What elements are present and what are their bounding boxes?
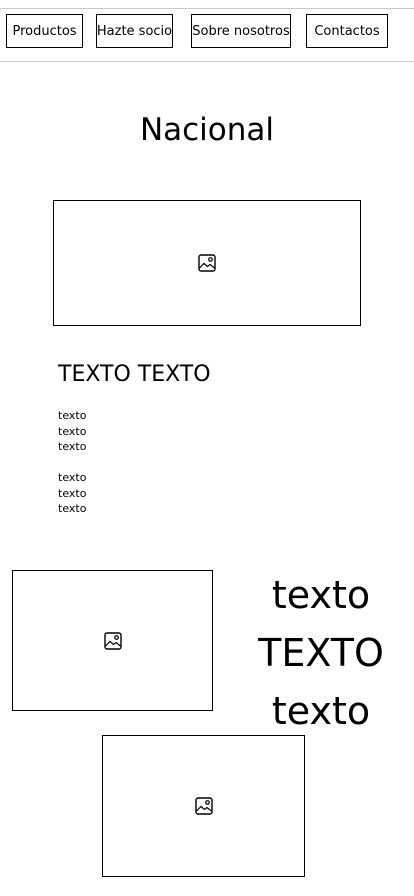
feature-text-line: texto (271, 573, 371, 617)
header-bottom-divider (0, 61, 414, 62)
paragraph-line: texto (58, 486, 87, 500)
header-top-divider (0, 8, 414, 9)
feature-text-line: texto (271, 689, 371, 733)
image-icon (103, 631, 122, 650)
paragraph-line: texto (58, 502, 87, 515)
image-icon (198, 254, 216, 272)
image-placeholder-left (12, 570, 213, 711)
nav-productos-button[interactable]: Productos (6, 14, 83, 48)
nav-hazte-socio-button[interactable]: Hazte socio (96, 14, 173, 48)
feature-text-line: TEXTO (258, 631, 384, 675)
page-title: Nacional (139, 112, 275, 148)
image-icon (194, 797, 213, 815)
image-placeholder-top (53, 200, 361, 326)
paragraph-line: texto (58, 471, 87, 484)
nav-contactos-button[interactable]: Contactos (306, 14, 388, 48)
paragraph-line: texto (58, 440, 87, 453)
paragraph-line: texto (58, 409, 87, 422)
paragraph-line: texto (58, 424, 87, 438)
section-heading: TEXTO TEXTO (58, 362, 211, 387)
image-placeholder-bottom (102, 735, 305, 877)
nav-sobre-nosotros-button[interactable]: Sobre nosotros (191, 14, 291, 48)
